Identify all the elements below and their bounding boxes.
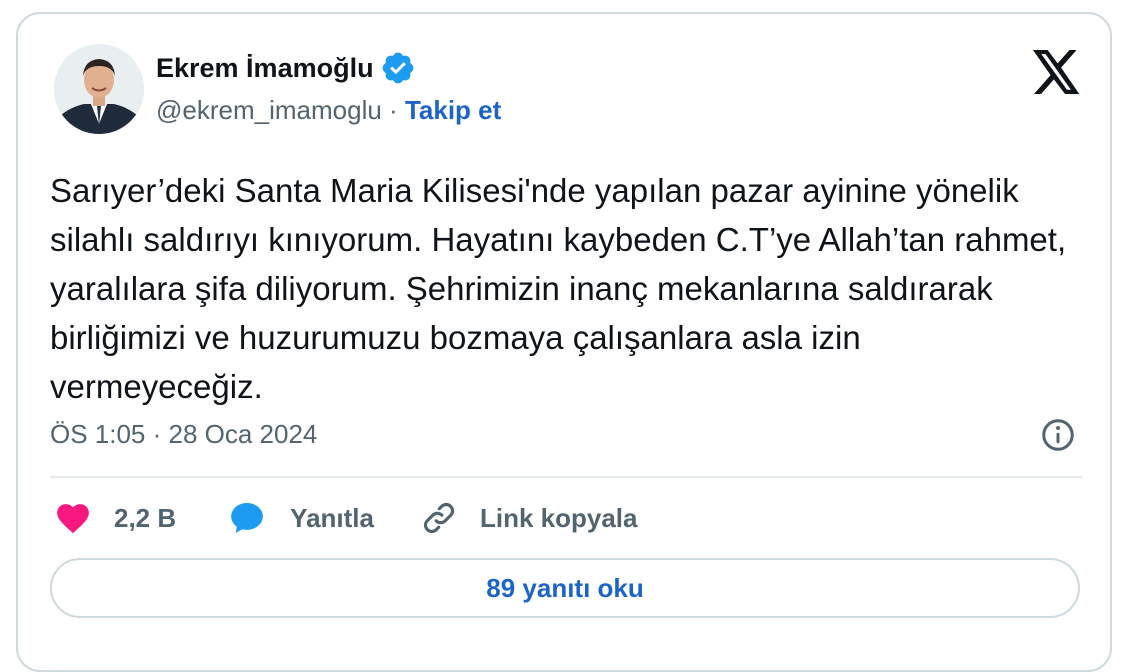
like-count: 2,2 B [114, 502, 177, 533]
link-icon [420, 499, 458, 537]
like-button[interactable]: 2,2 B [54, 499, 176, 537]
avatar[interactable] [54, 44, 144, 134]
author-handle[interactable]: @ekrem_imamoglu [156, 95, 382, 125]
follow-link[interactable]: Takip et [405, 95, 501, 125]
read-replies-label: 89 yanıtı oku [486, 572, 644, 603]
author-name[interactable]: Ekrem İmamoğlu [156, 50, 374, 86]
reply-label: Yanıtla [290, 502, 374, 533]
copy-link-button[interactable]: Link kopyala [420, 499, 638, 537]
x-logo-icon[interactable] [1032, 50, 1082, 94]
handle-row: @ekrem_imamoglu · Takip et [156, 92, 501, 128]
verified-badge-icon [380, 50, 416, 86]
handle-separator: · [389, 95, 398, 125]
read-replies-button[interactable]: 89 yanıtı oku [50, 558, 1080, 618]
tweet-text: Sarıyer’deki Santa Maria Kilisesi'nde ya… [50, 172, 1076, 405]
avatar-image [54, 44, 144, 134]
tweet-timestamp[interactable]: ÖS 1:05 · 28 Oca 2024 [50, 416, 317, 452]
author-name-row[interactable]: Ekrem İmamoğlu [156, 50, 416, 86]
tweet-actions: 2,2 B Yanıtla Link kopyala [54, 498, 637, 538]
speech-bubble-icon [228, 499, 266, 537]
embedded-tweet-card: Ekrem İmamoğlu @ekrem_imamoglu · Takip e… [16, 12, 1112, 672]
copy-link-label: Link kopyala [479, 502, 638, 533]
reply-button[interactable]: Yanıtla [228, 499, 374, 537]
heart-icon [54, 499, 92, 537]
info-icon[interactable] [1040, 417, 1076, 453]
divider [50, 476, 1082, 478]
